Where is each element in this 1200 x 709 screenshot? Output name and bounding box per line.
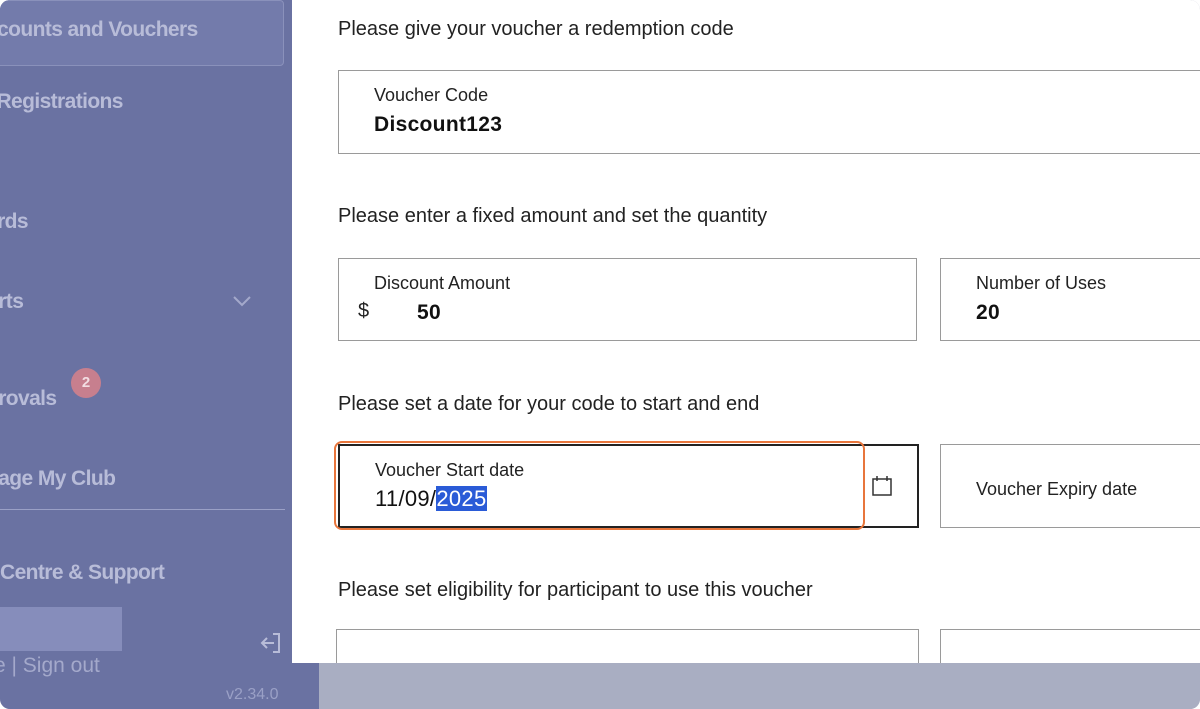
notification-badge: 2 xyxy=(71,368,101,398)
number-of-uses-label: Number of Uses xyxy=(976,273,1107,293)
sign-out-icon[interactable] xyxy=(258,630,284,656)
voucher-form-panel: Please give your voucher a redemption co… xyxy=(292,0,1200,663)
discount-amount-value[interactable]: 50 xyxy=(417,301,441,325)
eligibility-title: Please set eligibility for participant t… xyxy=(338,579,813,601)
focus-ring xyxy=(334,441,865,530)
sidebar-overlap xyxy=(292,663,319,709)
chevron-down-icon[interactable] xyxy=(232,294,252,308)
calendar-icon[interactable] xyxy=(870,474,894,498)
sidebar-item-manage-my-club[interactable]: nage My Club xyxy=(0,467,116,491)
sidebar-item-registrations[interactable]: l Registrations xyxy=(0,90,123,114)
amount-quantity-title: Please enter a fixed amount and set the … xyxy=(338,205,768,227)
redemption-code-title: Please give your voucher a redemption co… xyxy=(338,18,734,40)
sign-out-link[interactable]: e | Sign out xyxy=(0,654,100,678)
currency-symbol: $ xyxy=(358,300,370,322)
voucher-code-value[interactable]: Discount123 xyxy=(374,113,502,137)
voucher-expiry-date-field[interactable]: Voucher Expiry date xyxy=(940,444,1200,528)
date-range-title: Please set a date for your code to start… xyxy=(338,393,760,415)
number-of-uses-value[interactable]: 20 xyxy=(976,301,1000,325)
discount-amount-field[interactable]: Discount Amount $ 50 xyxy=(338,258,917,341)
sidebar-item-label-discounts-vouchers[interactable]: scounts and Vouchers xyxy=(0,18,198,42)
sidebar-item-reports[interactable]: orts xyxy=(0,290,24,314)
sidebar-item-help-support[interactable]: Centre & Support xyxy=(0,561,165,585)
sidebar-item-approvals[interactable]: provals xyxy=(0,387,57,411)
sidebar: scounts and Vouchers l Registrations ard… xyxy=(0,0,292,709)
app-version: v2.34.0 xyxy=(226,686,279,703)
page-background xyxy=(292,663,1200,709)
voucher-expiry-date-label: Voucher Expiry date xyxy=(976,479,1138,499)
app-window: scounts and Vouchers l Registrations ard… xyxy=(0,0,1200,709)
voucher-code-label: Voucher Code xyxy=(374,85,489,105)
discount-amount-label: Discount Amount xyxy=(374,273,511,293)
eligibility-field-right[interactable] xyxy=(940,629,1200,663)
number-of-uses-field[interactable]: Number of Uses 20 xyxy=(940,258,1200,341)
voucher-code-field[interactable]: Voucher Code Discount123 xyxy=(338,70,1200,154)
sidebar-item-cards[interactable]: ards xyxy=(0,210,29,234)
eligibility-field-left[interactable] xyxy=(336,629,919,663)
user-name-placeholder xyxy=(0,607,122,651)
sidebar-divider xyxy=(0,509,285,510)
